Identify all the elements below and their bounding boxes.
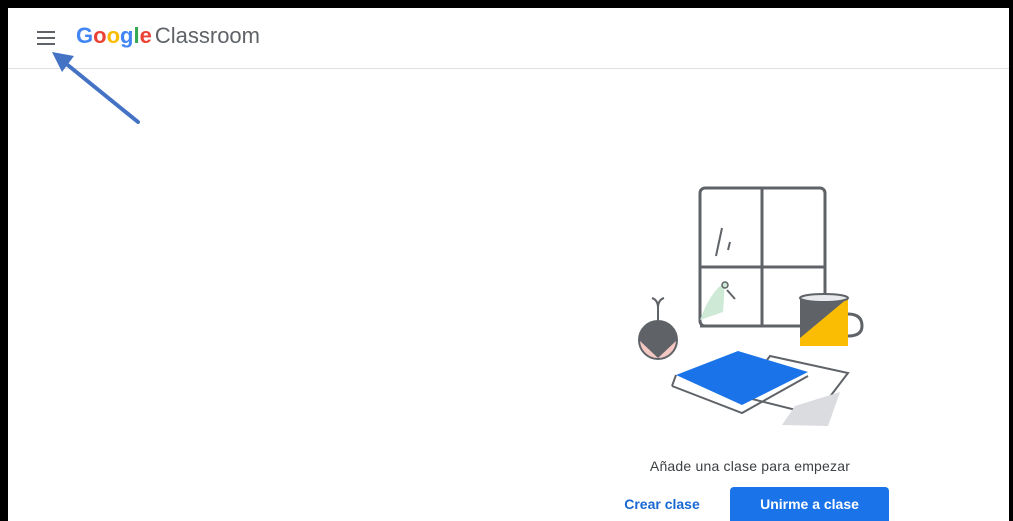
empty-state-message: Añade una clase para empezar — [649, 458, 851, 474]
screenshot-frame-top — [0, 0, 1013, 8]
product-name: Classroom — [154, 23, 260, 48]
app-header: Google Classroom — [8, 8, 1009, 69]
join-class-button[interactable]: Unirme a clase — [730, 487, 889, 521]
hamburger-menu-icon — [37, 31, 55, 33]
annotation-arrow — [52, 52, 140, 124]
create-class-button[interactable]: Crear clase — [612, 488, 712, 520]
empty-state-illustration — [638, 186, 864, 426]
screenshot-frame-right — [1009, 0, 1013, 521]
screenshot-frame-left — [0, 0, 8, 521]
hamburger-menu-icon-bar — [37, 37, 55, 39]
